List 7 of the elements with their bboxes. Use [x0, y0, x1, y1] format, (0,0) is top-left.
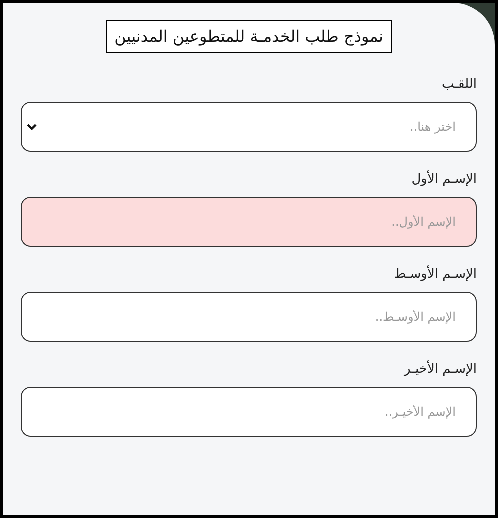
chevron-down-icon [27, 124, 37, 130]
select-field[interactable]: اختر هنا.. [21, 102, 477, 152]
field-label: الإسـم الأول [410, 172, 477, 187]
field-label: الإسـم الأخيـر [403, 362, 477, 377]
field-label: اللقـب [440, 77, 477, 92]
form-title: نموذج طلب الخدمـة للمتطوعين المدنيين [106, 20, 392, 53]
field-label: الإسـم الأوسـط [393, 267, 477, 282]
